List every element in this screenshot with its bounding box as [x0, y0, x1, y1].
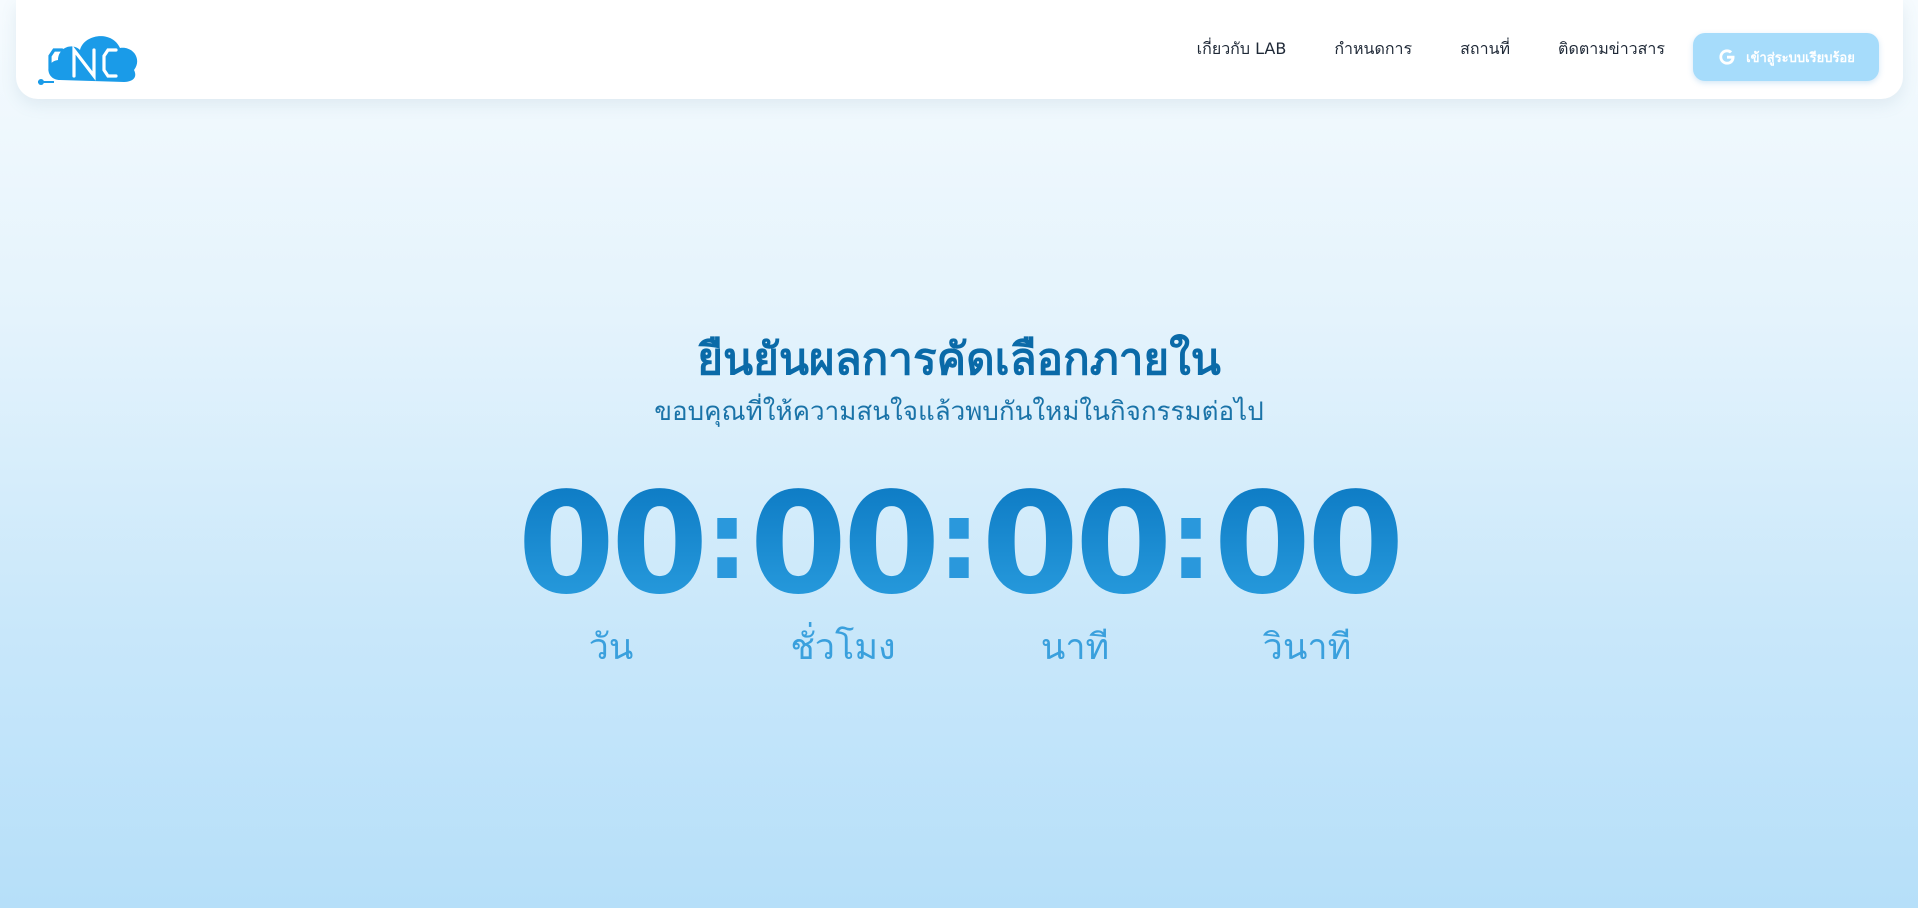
countdown-days: 00 วัน [518, 470, 709, 670]
page-subtitle: ขอบคุณที่ให้ความสนใจแล้วพบกันใหม่ในกิจกร… [654, 397, 1264, 427]
hours-value: 00 [749, 463, 941, 626]
hours-label: ชั่วโมง [790, 627, 896, 668]
minutes-label: นาที [1040, 627, 1110, 668]
nav-about-lab[interactable]: เกี่ยวกับ LAB [1197, 37, 1287, 62]
seconds-value: 00 [1213, 463, 1405, 626]
cnc-logo[interactable] [38, 28, 142, 86]
countdown-minutes: 00 นาที [982, 470, 1173, 670]
countdown-hours: 00 ชั่วโมง [750, 470, 941, 670]
days-value: 00 [517, 463, 709, 626]
minutes-value: 00 [981, 463, 1173, 626]
nav-news[interactable]: ติดตามข่าวสาร [1558, 37, 1665, 62]
nav-schedule[interactable]: กำหนดการ [1334, 37, 1412, 62]
seconds-label: วินาที [1262, 627, 1352, 668]
top-navbar: เกี่ยวกับ LAB กำหนดการ สถานที่ ติดตามข่า… [16, 0, 1903, 99]
nav-venue[interactable]: สถานที่ [1460, 37, 1510, 62]
login-button-label: เข้าสู่ระบบเรียบร้อย [1746, 50, 1855, 66]
days-label: วัน [588, 627, 634, 668]
cloud-logo-icon [38, 36, 138, 85]
main-nav: เกี่ยวกับ LAB กำหนดการ สถานที่ ติดตามข่า… [1197, 0, 1665, 99]
hero-section: ยืนยันผลการคัดเลือกภายใน ขอบคุณที่ให้ควา… [0, 330, 1918, 430]
page-title: ยืนยันผลการคัดเลือกภายใน [697, 334, 1221, 385]
countdown-timer: 00 วัน : 00 ชั่วโมง : 00 นาที : 00 วินาท… [0, 470, 1918, 670]
google-icon [1717, 47, 1737, 67]
countdown-seconds: 00 วินาที [1214, 470, 1405, 670]
google-login-button[interactable]: เข้าสู่ระบบเรียบร้อย [1693, 33, 1879, 81]
